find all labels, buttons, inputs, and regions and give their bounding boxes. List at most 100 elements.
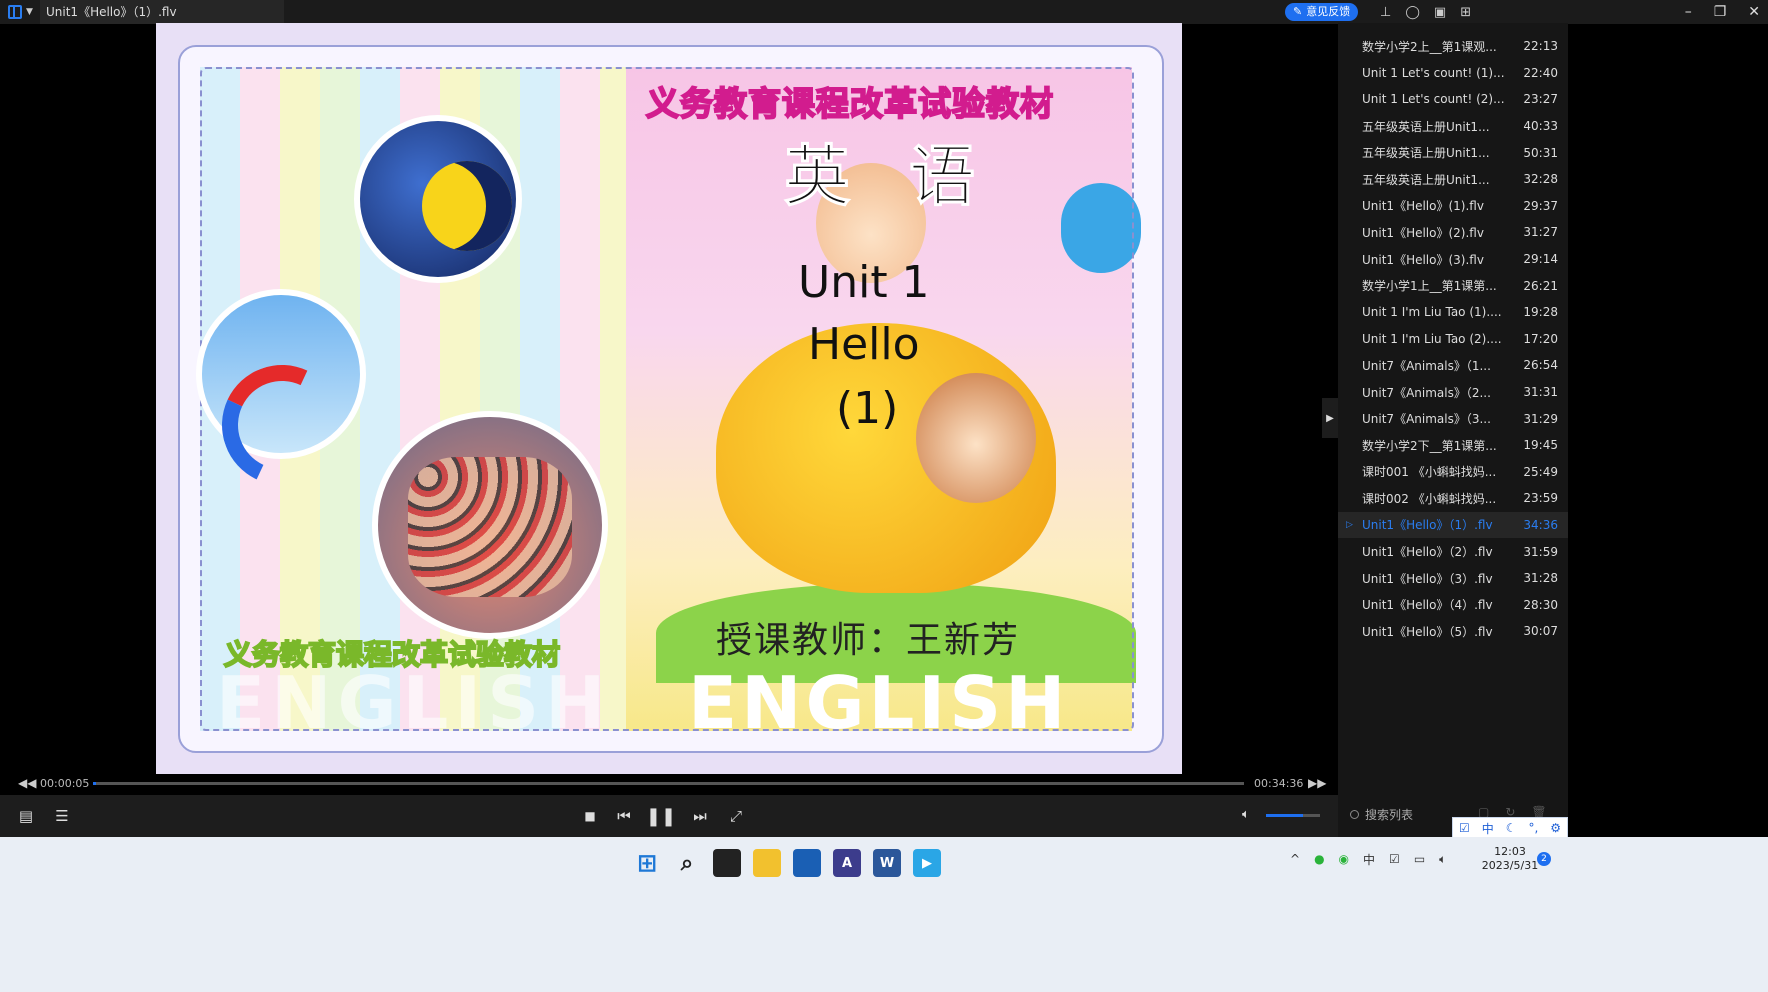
playlist-item-name: Unit1《Hello》(2).flv (1362, 225, 1484, 240)
stop-icon[interactable]: ■ (580, 805, 600, 827)
playlist-item[interactable]: 五年级英语上册Unit1... 50:31 (1338, 139, 1568, 166)
pin-icon[interactable]: ⊥ (1380, 5, 1391, 20)
windows-start-icon[interactable]: ⊞ (633, 849, 661, 877)
playlist-item-name: Unit 1 Let's count! (2)... (1362, 92, 1505, 107)
control-bar: ▤ ☰ ■ ⏮ ❚❚ ⏭ ⤢ 🔈︎ (0, 795, 1338, 837)
chat-icon[interactable]: ◉ (1339, 852, 1349, 866)
fullscreen-icon[interactable]: ⤢ (726, 805, 746, 827)
chevron-up-icon[interactable]: ^ (1290, 852, 1300, 866)
minimize-icon[interactable]: – (1685, 4, 1692, 20)
playlist-item[interactable]: 课时001 《小蝌蚪找妈... 25:49 (1338, 459, 1568, 486)
seek-bar-fill (93, 782, 96, 785)
playlist-item[interactable]: 课时002 《小蝌蚪找妈... 23:59 (1338, 485, 1568, 512)
playlist-item[interactable]: Unit1《Hello》（2）.flv 31:59 (1338, 538, 1568, 565)
checkbox-icon[interactable]: ☑ (1389, 852, 1400, 866)
playlist-item[interactable]: Unit7《Animals》（2... 31:31 (1338, 379, 1568, 406)
class-photo-illustration (372, 411, 608, 639)
playlist-item[interactable]: Unit7《Animals》（3... 31:29 (1338, 405, 1568, 432)
next-icon[interactable]: ⏭ (690, 805, 710, 827)
playlist-item[interactable]: Unit 1 I'm Liu Tao (1).... 19:28 (1338, 299, 1568, 326)
restore-icon[interactable]: ❐ (1714, 4, 1727, 20)
playlist-item[interactable]: 数学小学2下__第1课第... 19:45 (1338, 432, 1568, 459)
volume-slider[interactable] (1266, 814, 1320, 817)
previous-icon[interactable]: ⏮ (614, 805, 634, 827)
clock-time: 12:03 (1494, 845, 1526, 858)
playlist-item[interactable]: Unit 1 Let's count! (2)... 23:27 (1338, 86, 1568, 113)
playlist-item-name: Unit1《Hello》（5）.flv (1362, 624, 1493, 639)
playlist-item-name: Unit1《Hello》（2）.flv (1362, 545, 1493, 560)
tray-language[interactable]: 中 (1363, 851, 1375, 868)
playlist-item-duration: 26:21 (1523, 278, 1558, 293)
playlist-item-name: 五年级英语上册Unit1... (1362, 172, 1490, 187)
system-clock[interactable]: 12:03 2023/5/31 (1480, 845, 1540, 873)
playlist-item-name: Unit1《Hello》（4）.flv (1362, 598, 1493, 613)
settings-sliders-icon[interactable]: ☰ (52, 805, 72, 827)
store-icon[interactable] (793, 849, 821, 877)
moon-icon[interactable]: ☾ (1506, 821, 1517, 835)
playlist-item[interactable]: 五年级英语上册Unit1... 32:28 (1338, 166, 1568, 193)
playlist-item-duration: 23:59 (1523, 491, 1558, 506)
playlist-item[interactable]: 数学小学1上__第1课第... 26:21 (1338, 272, 1568, 299)
mini-mode-icon[interactable]: ▣ (1434, 5, 1446, 20)
speaker-icon[interactable]: 🔈︎ (1439, 852, 1446, 867)
gear-icon[interactable]: ⚙ (1550, 821, 1561, 835)
app-menu-button[interactable]: ▼ (8, 3, 42, 21)
feedback-label: 意见反馈 (1306, 5, 1351, 18)
playlist-item-name: Unit 1 Let's count! (1)... (1362, 65, 1505, 80)
playlist-toggle-icon[interactable]: ▤ (16, 805, 36, 827)
apps-icon[interactable]: ⊞ (1460, 5, 1471, 20)
playlist-item[interactable]: Unit7《Animals》（1... 26:54 (1338, 352, 1568, 379)
wechat-icon[interactable]: ● (1314, 852, 1324, 866)
video-frame[interactable]: 义务教育课程改革试验教材 英 语 Unit 1 Hello (1) 义务教育课程… (156, 23, 1182, 774)
playlist-search[interactable]: 搜索列表 (1350, 803, 1460, 825)
feedback-button[interactable]: ✎ 意见反馈 (1285, 3, 1359, 21)
search-icon[interactable]: ⌕ (673, 849, 701, 877)
file-explorer-icon[interactable] (753, 849, 781, 877)
playlist-item-duration: 31:29 (1523, 411, 1558, 426)
playlist-item[interactable]: 五年级英语上册Unit1... 40:33 (1338, 113, 1568, 140)
playlist-item[interactable]: 数学小学2上__第1课观... 22:13 (1338, 33, 1568, 60)
window-title: Unit1《Hello》（1）.flv (40, 0, 284, 24)
current-time: 00:00:05 (40, 777, 90, 790)
playlist-item[interactable]: Unit1《Hello》（5）.flv 30:07 (1338, 618, 1568, 645)
english-watermark-left: ENGLISH (216, 661, 612, 745)
checkbox-icon[interactable]: ☑ (1459, 821, 1470, 835)
fast-forward-icon[interactable]: ▶▶ (1308, 776, 1326, 790)
task-view-icon[interactable] (713, 849, 741, 877)
seek-bar[interactable] (93, 782, 1244, 785)
playlist-item-name: 数学小学1上__第1课第... (1362, 279, 1497, 294)
ime-language[interactable]: 中 (1482, 820, 1494, 837)
pause-icon[interactable]: ❚❚ (646, 805, 676, 827)
playlist-item-name: 五年级英语上册Unit1... (1362, 146, 1490, 161)
playlist-item[interactable]: Unit1《Hello》（4）.flv 28:30 (1338, 591, 1568, 618)
playlist-item-duration: 31:31 (1523, 385, 1558, 400)
playlist-item[interactable]: ▷ Unit1《Hello》（1）.flv 34:36 (1338, 511, 1568, 539)
now-playing-icon: ▷ (1346, 519, 1353, 530)
playlist-item-duration: 32:28 (1523, 172, 1558, 187)
word-icon[interactable]: W (873, 849, 901, 877)
translator-icon[interactable]: A (833, 849, 861, 877)
playlist-item[interactable]: Unit1《Hello》(2).flv 31:27 (1338, 219, 1568, 246)
volume-icon[interactable]: 🔈︎ (1242, 807, 1250, 822)
lightbulb-icon[interactable]: ◯ (1405, 5, 1420, 20)
playlist-item-duration: 34:36 (1523, 517, 1558, 532)
collapse-playlist-button[interactable]: ▶ (1322, 398, 1338, 438)
punctuation-icon[interactable]: °, (1528, 821, 1538, 835)
network-icon[interactable]: ▭ (1414, 852, 1425, 866)
close-icon[interactable]: ✕ (1748, 4, 1760, 20)
playlist-item-duration: 29:14 (1523, 252, 1558, 267)
rewind-icon[interactable]: ◀◀ (18, 776, 36, 790)
lesson-part: (1) (836, 383, 899, 434)
notification-badge[interactable]: 2 (1537, 852, 1551, 866)
playlist-item[interactable]: Unit1《Hello》（3）.flv 31:28 (1338, 565, 1568, 592)
teacher-credit: 授课教师：王新芳 (716, 620, 1021, 661)
playlist-items: 数学小学2上__第1课观... 22:13 Unit 1 Let's count! … (1338, 33, 1568, 645)
playlist-item[interactable]: Unit 1 I'm Liu Tao (2).... 17:20 (1338, 326, 1568, 353)
playlist-item[interactable]: Unit1《Hello》(1).flv 29:37 (1338, 193, 1568, 220)
clock-date: 2023/5/31 (1481, 859, 1539, 872)
playlist-item[interactable]: Unit1《Hello》(3).flv 29:14 (1338, 246, 1568, 273)
video-player-icon[interactable]: ▶ (913, 849, 941, 877)
playlist-item[interactable]: Unit 1 Let's count! (1)... 22:40 (1338, 60, 1568, 87)
title-bar: ▼ Unit1《Hello》（1）.flv ✎ 意见反馈 ⊥ ◯ ▣ ⊞ – ❐… (0, 0, 1768, 24)
playlist-item-name: Unit7《Animals》（1... (1362, 358, 1491, 373)
